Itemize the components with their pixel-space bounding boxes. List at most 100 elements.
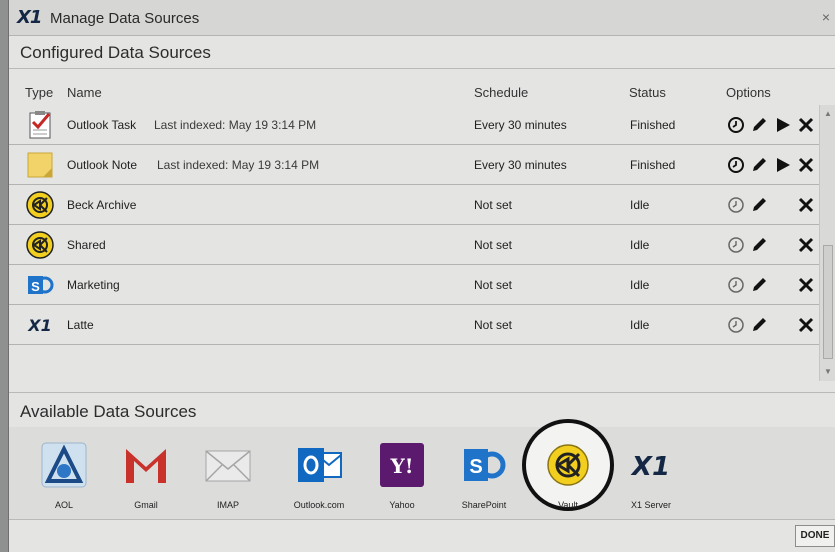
gmail-icon xyxy=(126,449,166,483)
vault-icon xyxy=(26,231,54,259)
edit-pencil-icon[interactable] xyxy=(748,154,770,176)
status-value: Idle xyxy=(630,318,650,332)
delete-x-icon[interactable] xyxy=(795,114,817,136)
last-indexed-text: Last indexed: May 19 3:14 PM xyxy=(154,118,317,132)
section-divider xyxy=(9,68,835,69)
vault-icon xyxy=(547,444,589,486)
edit-pencil-icon[interactable] xyxy=(748,274,770,296)
outlook-note-icon xyxy=(27,152,53,178)
edit-pencil-icon[interactable] xyxy=(748,114,770,136)
schedule-value: Every 30 minutes xyxy=(474,118,567,132)
source-tile-outlook-com[interactable]: Outlook.com xyxy=(289,441,349,510)
svg-text:S: S xyxy=(469,456,482,478)
source-tile-x1-server[interactable]: X1 X1 Server xyxy=(621,441,681,510)
table-scrollbar[interactable]: ▲ ▼ xyxy=(819,105,835,381)
table-row[interactable]: Outlook Task Last indexed: May 19 3:14 P… xyxy=(9,105,821,145)
manage-data-sources-window: X1 Manage Data Sources × Configured Data… xyxy=(8,0,835,552)
column-header-name: Name xyxy=(67,85,102,100)
column-header-schedule: Schedule xyxy=(474,85,529,100)
source-tile-sharepoint[interactable]: S SharePoint xyxy=(454,441,514,510)
last-indexed-text: Last indexed: May 19 3:14 PM xyxy=(157,158,320,172)
delete-x-icon[interactable] xyxy=(795,154,817,176)
schedule-clock-icon[interactable] xyxy=(725,274,747,296)
sharepoint-icon: S xyxy=(28,276,54,294)
table-row[interactable]: Shared Not set Idle xyxy=(9,225,821,265)
aol-icon xyxy=(41,442,87,488)
svg-text:Y!: Y! xyxy=(389,454,413,478)
column-header-type: Type xyxy=(25,85,54,100)
status-value: Finished xyxy=(630,158,676,172)
tile-label: Yahoo xyxy=(389,500,415,510)
delete-x-icon[interactable] xyxy=(795,234,817,256)
table-row[interactable]: Outlook Note Last indexed: May 19 3:14 P… xyxy=(9,145,821,185)
edit-pencil-icon[interactable] xyxy=(748,194,770,216)
source-name: Outlook Task xyxy=(67,118,137,132)
schedule-value: Not set xyxy=(474,318,513,332)
x1-server-icon: X1 xyxy=(630,452,670,482)
schedule-value: Not set xyxy=(474,278,513,292)
source-tile-gmail[interactable]: Gmail xyxy=(116,441,176,510)
tile-label: Outlook.com xyxy=(293,500,345,510)
schedule-clock-icon[interactable] xyxy=(725,154,747,176)
tile-label: AOL xyxy=(54,500,73,510)
tile-label: IMAP xyxy=(216,500,239,510)
status-value: Finished xyxy=(630,118,676,132)
source-name: Latte xyxy=(67,318,94,332)
status-value: Idle xyxy=(630,238,650,252)
footer-divider xyxy=(9,519,835,520)
configured-data-sources-title: Configured Data Sources xyxy=(20,43,211,62)
run-play-icon[interactable] xyxy=(772,154,794,176)
tile-label: X1 Server xyxy=(630,500,672,510)
column-header-options: Options xyxy=(726,85,771,100)
source-name: Marketing xyxy=(67,278,120,292)
close-icon[interactable]: × xyxy=(822,9,830,25)
x1-logo: X1 xyxy=(17,7,42,28)
svg-text:S: S xyxy=(31,279,40,294)
table-row[interactable]: S Marketing Not set Idle xyxy=(9,265,821,305)
tile-label: Vault xyxy=(558,500,578,510)
source-tile-aol[interactable]: AOL xyxy=(34,441,94,510)
title-bar: X1 Manage Data Sources × xyxy=(9,0,835,36)
source-tile-yahoo[interactable]: Y! Yahoo xyxy=(372,441,432,510)
source-tile-imap[interactable]: IMAP xyxy=(198,441,258,510)
run-play-icon[interactable] xyxy=(772,114,794,136)
outlook-task-icon xyxy=(29,111,51,139)
schedule-clock-icon[interactable] xyxy=(725,314,747,336)
done-button[interactable]: DONE xyxy=(795,525,835,547)
schedule-clock-icon[interactable] xyxy=(725,114,747,136)
table-row[interactable]: X1 Latte Not set Idle xyxy=(9,305,821,345)
scroll-down-icon[interactable]: ▼ xyxy=(824,367,832,376)
vault-icon xyxy=(26,191,54,219)
source-name: Shared xyxy=(67,238,106,252)
table-row[interactable]: Beck Archive Not set Idle xyxy=(9,185,821,225)
window-title: Manage Data Sources xyxy=(50,10,200,27)
x1-icon: X1 xyxy=(27,316,51,335)
edit-pencil-icon[interactable] xyxy=(748,234,770,256)
schedule-value: Not set xyxy=(474,238,513,252)
sharepoint-icon: S xyxy=(464,449,506,481)
source-name: Outlook Note xyxy=(67,158,138,172)
delete-x-icon[interactable] xyxy=(795,314,817,336)
tile-label: SharePoint xyxy=(461,500,507,510)
delete-x-icon[interactable] xyxy=(795,274,817,296)
delete-x-icon[interactable] xyxy=(795,194,817,216)
schedule-value: Not set xyxy=(474,198,513,212)
edit-pencil-icon[interactable] xyxy=(748,314,770,336)
available-data-sources-title: Available Data Sources xyxy=(20,402,197,421)
section-divider xyxy=(9,392,835,393)
column-header-status: Status xyxy=(629,85,666,100)
svg-text:X1: X1 xyxy=(630,452,670,482)
scroll-thumb[interactable] xyxy=(823,245,833,359)
tile-label: Gmail xyxy=(134,500,158,510)
imap-icon xyxy=(205,450,251,482)
schedule-value: Every 30 minutes xyxy=(474,158,567,172)
yahoo-icon: Y! xyxy=(380,443,424,487)
schedule-clock-icon[interactable] xyxy=(725,234,747,256)
source-name: Beck Archive xyxy=(67,198,137,212)
outlook-com-icon xyxy=(298,448,342,482)
schedule-clock-icon[interactable] xyxy=(725,194,747,216)
source-tile-vault[interactable]: Vault xyxy=(538,441,598,510)
scroll-up-icon[interactable]: ▲ xyxy=(824,109,832,118)
svg-text:X1: X1 xyxy=(27,316,51,335)
status-value: Idle xyxy=(630,278,650,292)
